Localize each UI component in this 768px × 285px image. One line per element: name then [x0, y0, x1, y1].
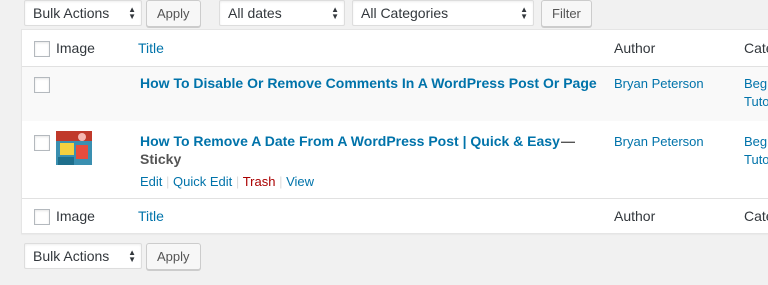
- apply-button-bottom[interactable]: Apply: [146, 243, 201, 270]
- column-categories: Cate: [744, 40, 768, 56]
- row-checkbox[interactable]: [34, 77, 50, 93]
- table-header: Image Title Author Cate: [22, 30, 768, 67]
- bulk-actions-select-bottom[interactable]: Bulk Actions ▲ ▼: [24, 243, 142, 269]
- post-state-sticky: Sticky: [140, 151, 182, 167]
- action-separator: |: [166, 174, 170, 189]
- table-row: How To Disable Or Remove Comments In A W…: [22, 67, 768, 121]
- action-separator: |: [279, 174, 283, 189]
- thumbnail-image-icon: [56, 131, 92, 165]
- category-link[interactable]: Tuto: [744, 152, 768, 167]
- categories-select[interactable]: All Categories ▲ ▼: [352, 0, 534, 26]
- author-link[interactable]: Bryan Peterson: [614, 134, 704, 149]
- categories-label: All Categories: [361, 5, 449, 21]
- quick-edit-link[interactable]: Quick Edit: [173, 174, 232, 189]
- select-arrows-icon: ▲ ▼: [520, 5, 528, 21]
- apply-button-top[interactable]: Apply: [146, 0, 201, 27]
- select-arrows-icon: ▲ ▼: [128, 5, 136, 21]
- posts-table: Image Title Author Cate How To Disable O…: [21, 29, 768, 234]
- column-author-footer: Author: [614, 208, 656, 224]
- dates-label: All dates: [228, 5, 282, 21]
- column-author: Author: [614, 40, 656, 56]
- view-link[interactable]: View: [286, 174, 314, 189]
- select-arrows-icon: ▲ ▼: [331, 5, 339, 21]
- column-title[interactable]: Title: [138, 40, 164, 56]
- table-row: How To Remove A Date From A WordPress Po…: [22, 121, 768, 198]
- column-categories-footer: Cate: [744, 208, 768, 224]
- post-thumbnail[interactable]: [56, 131, 92, 165]
- select-all-checkbox[interactable]: [34, 41, 50, 57]
- table-footer: Image Title Author Cate: [22, 198, 768, 234]
- select-arrows-icon: ▲ ▼: [128, 248, 136, 264]
- dates-select[interactable]: All dates ▲ ▼: [219, 0, 345, 26]
- category-link[interactable]: Beg: [744, 76, 767, 91]
- column-image-footer: Image: [56, 208, 95, 224]
- edit-link[interactable]: Edit: [140, 174, 162, 189]
- action-separator: |: [235, 174, 240, 189]
- filter-button[interactable]: Filter: [541, 0, 592, 27]
- post-title-link[interactable]: How To Remove A Date From A WordPress Po…: [140, 133, 560, 149]
- author-link[interactable]: Bryan Peterson: [614, 76, 704, 91]
- column-title-footer[interactable]: Title: [138, 208, 164, 224]
- bulk-actions-label: Bulk Actions: [33, 248, 110, 264]
- row-checkbox[interactable]: [34, 135, 50, 151]
- column-image: Image: [56, 40, 95, 56]
- trash-link[interactable]: Trash: [243, 174, 276, 189]
- post-state-separator: —: [561, 133, 575, 149]
- select-all-checkbox-footer[interactable]: [34, 209, 50, 225]
- bulk-actions-label: Bulk Actions: [33, 5, 110, 21]
- post-title-link[interactable]: How To Disable Or Remove Comments In A W…: [140, 75, 597, 91]
- category-link[interactable]: Beg: [744, 134, 767, 149]
- bulk-actions-select-top[interactable]: Bulk Actions ▲ ▼: [24, 0, 142, 26]
- category-link[interactable]: Tuto: [744, 94, 768, 109]
- row-actions: Edit | Quick Edit | Trash | View: [140, 174, 314, 189]
